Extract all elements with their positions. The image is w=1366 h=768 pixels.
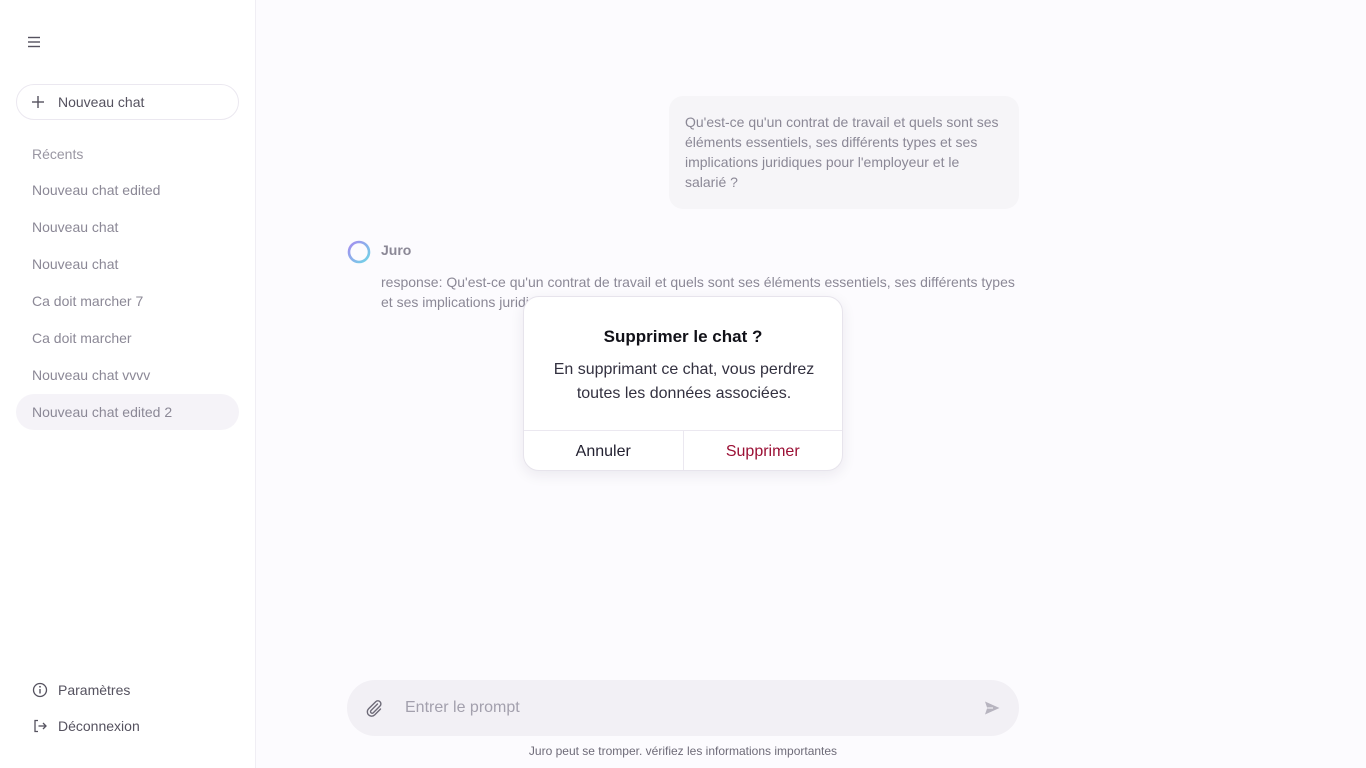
user-message: Qu'est-ce qu'un contrat de travail et qu… [669, 96, 1019, 209]
delete-button[interactable]: Supprimer [684, 431, 843, 470]
logout-label: Déconnexion [58, 718, 140, 734]
dialog-message: En supprimant ce chat, vous perdrez tout… [553, 361, 815, 402]
chat-list-item[interactable]: Nouveau chat [16, 246, 239, 282]
plus-icon [32, 96, 44, 108]
prompt-bar [347, 680, 1019, 736]
settings-label: Paramètres [58, 682, 131, 698]
chat-list-item-label: Nouveau chat [32, 256, 119, 272]
chat-list-item-label: Ca doit marcher [32, 330, 132, 346]
chat-list-item[interactable]: Ca doit marcher [16, 320, 239, 356]
recents-heading: Récents [32, 146, 84, 162]
chat-list-item[interactable]: Ca doit marcher 7 [16, 283, 239, 319]
dialog-actions: Annuler Supprimer [524, 430, 843, 470]
settings-link[interactable]: Paramètres [32, 680, 140, 700]
chat-list-item-active[interactable]: Nouveau chat edited 2 [16, 394, 239, 430]
chat-list-item[interactable]: Nouveau chat vvvv [16, 357, 239, 393]
menu-icon[interactable] [26, 34, 42, 50]
chat-list-item[interactable]: Nouveau chat [16, 209, 239, 245]
new-chat-button[interactable]: Nouveau chat [16, 84, 239, 120]
bot-name: Juro [381, 242, 412, 258]
delete-chat-dialog: Supprimer le chat ? En supprimant ce cha… [523, 296, 843, 471]
dialog-title: Supprimer le chat ? [603, 327, 763, 346]
sidebar: Nouveau chat Récents Nouveau chat edited… [0, 0, 256, 768]
chat-list-item-label: Nouveau chat vvvv [32, 367, 151, 383]
new-chat-label: Nouveau chat [58, 94, 145, 110]
logout-icon [34, 719, 47, 733]
bot-avatar-icon [347, 240, 371, 264]
send-icon[interactable] [983, 699, 1001, 717]
cancel-button[interactable]: Annuler [524, 431, 684, 470]
chat-list: Nouveau chat edited Nouveau chat Nouveau… [16, 172, 239, 431]
disclaimer: Juro peut se tromper. vérifiez les infor… [528, 744, 838, 758]
prompt-input[interactable] [405, 694, 965, 722]
chat-list-item[interactable]: Nouveau chat edited [16, 172, 239, 208]
chat-list-item-label: Nouveau chat [32, 219, 119, 235]
paperclip-icon[interactable] [365, 699, 383, 717]
chat-list-item-label: Ca doit marcher 7 [32, 293, 144, 309]
info-icon [32, 682, 48, 698]
logout-link[interactable]: Déconnexion [32, 716, 140, 736]
chat-list-item-label: Nouveau chat edited [32, 182, 161, 198]
chat-list-item-label: Nouveau chat edited 2 [32, 404, 173, 420]
sidebar-footer: Paramètres Déconnexion [32, 680, 140, 752]
